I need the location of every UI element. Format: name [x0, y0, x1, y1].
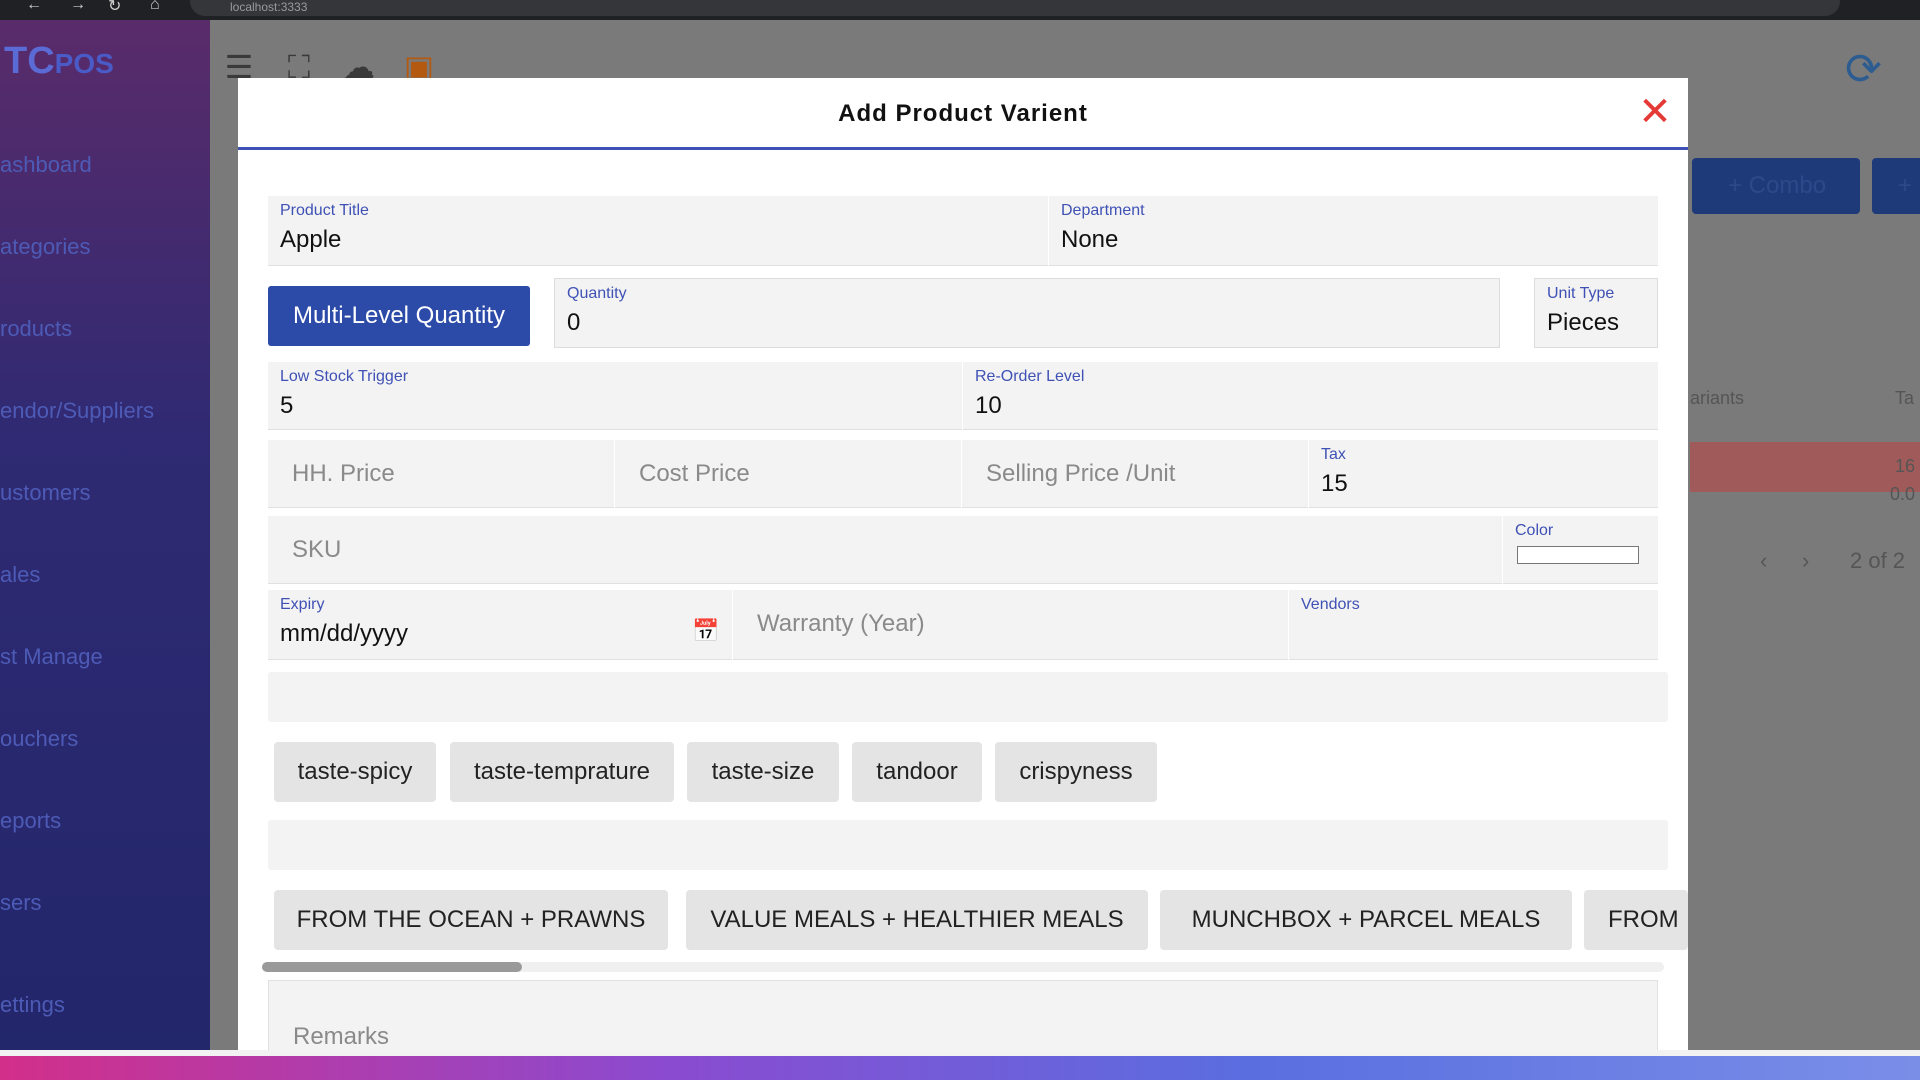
quantity-value: 0	[567, 309, 581, 336]
refresh-icon[interactable]: ⟳	[1845, 44, 1882, 95]
pager-next-icon[interactable]: ›	[1802, 548, 1809, 574]
os-taskbar	[0, 1056, 1920, 1080]
table-cell-value: 16	[1895, 456, 1916, 476]
low-stock-label: Low Stock Trigger	[280, 368, 409, 385]
tag-chip[interactable]: taste-temprature	[450, 742, 674, 802]
tag-chip[interactable]: tandoor	[852, 742, 982, 802]
chips-scrollbar-thumb[interactable]	[262, 962, 522, 972]
quantity-label: Quantity	[567, 285, 627, 302]
address-bar[interactable]: localhost:3333	[190, 0, 1840, 16]
sidebar-item-vouchers[interactable]: ouchers	[0, 726, 210, 756]
quantity-field[interactable]: Quantity 0	[554, 278, 1500, 348]
expiry-label: Expiry	[280, 596, 325, 613]
category-search-bar[interactable]	[268, 820, 1668, 870]
color-label: Color	[1515, 522, 1554, 539]
remarks-placeholder: Remarks	[293, 1023, 390, 1050]
product-title-label: Product Title	[280, 202, 369, 219]
sidebar-item-vendors[interactable]: endor/Suppliers	[0, 398, 210, 428]
sidebar-item-categories[interactable]: ategories	[0, 234, 210, 264]
product-title-field[interactable]: Product Title Apple	[268, 196, 1048, 266]
unit-type-label: Unit Type	[1547, 285, 1615, 302]
modal-title: Add Product Varient	[838, 100, 1088, 127]
expiry-value: mm/dd/yyyy	[280, 620, 409, 647]
calendar-icon[interactable]: 📅	[692, 618, 719, 644]
tax-value: 15	[1321, 470, 1348, 497]
cost-price-input[interactable]: Cost Price	[615, 440, 961, 508]
table-row-highlighted[interactable]	[1690, 442, 1920, 492]
forward-icon[interactable]: →	[70, 0, 86, 14]
modal-header: Add Product Varient ✕	[238, 78, 1688, 150]
low-stock-value: 5	[280, 392, 294, 419]
tag-search-bar[interactable]	[268, 672, 1668, 722]
low-stock-trigger-field[interactable]: Low Stock Trigger 5	[268, 362, 962, 430]
color-field: Color	[1503, 516, 1658, 584]
add-button[interactable]: +	[1872, 158, 1920, 214]
browser-toolbar: ← → ↻ ⌂ localhost:3333	[0, 0, 1920, 20]
sidebar-item-customers[interactable]: ustomers	[0, 480, 210, 510]
multi-level-quantity-button[interactable]: Multi-Level Quantity	[268, 286, 530, 346]
category-chip[interactable]: MUNCHBOX + PARCEL MEALS	[1160, 890, 1572, 950]
table-cell-value: 0.0	[1890, 484, 1916, 504]
vendors-label: Vendors	[1301, 596, 1360, 613]
reorder-value: 10	[975, 392, 1002, 419]
remarks-textarea[interactable]: Remarks	[268, 980, 1658, 1060]
category-chip[interactable]: FROM	[1584, 890, 1688, 950]
sidebar-item-sales[interactable]: ales	[0, 562, 210, 592]
combo-button[interactable]: + Combo	[1692, 158, 1860, 214]
warranty-placeholder: Warranty (Year)	[757, 610, 925, 637]
pager-text: 2 of 2	[1850, 548, 1906, 573]
tax-field[interactable]: Tax 15	[1309, 440, 1658, 508]
back-icon[interactable]: ←	[26, 0, 42, 14]
department-value: None	[1061, 226, 1119, 253]
sidebar-item-reports[interactable]: eports	[0, 808, 210, 838]
app-logo: TCPOS	[0, 40, 200, 100]
product-title-value: Apple	[280, 226, 342, 253]
cost-price-placeholder: Cost Price	[639, 460, 750, 487]
sidebar-item-settings[interactable]: ettings	[0, 992, 210, 1022]
selling-price-input[interactable]: Selling Price /Unit	[962, 440, 1308, 508]
vendors-select[interactable]: Vendors	[1289, 590, 1658, 660]
reorder-label: Re-Order Level	[975, 368, 1085, 385]
warranty-input[interactable]: Warranty (Year)	[733, 590, 1288, 660]
close-icon[interactable]: ✕	[1638, 92, 1672, 132]
selling-price-placeholder: Selling Price /Unit	[986, 460, 1176, 487]
add-product-variant-modal: Add Product Varient ✕ Product Title Appl…	[238, 78, 1688, 1060]
category-chip[interactable]: VALUE MEALS + HEALTHIER MEALS	[686, 890, 1148, 950]
tag-chip[interactable]: crispyness	[995, 742, 1157, 802]
address-text: localhost:3333	[230, 0, 308, 14]
sidebar: TCPOS ashboard ategories roducts endor/S…	[0, 20, 210, 1060]
sku-placeholder: SKU	[292, 536, 342, 563]
tax-column-header: Ta	[1895, 388, 1915, 408]
expiry-date-input[interactable]: Expiry mm/dd/yyyy 📅	[268, 590, 732, 660]
sidebar-item-products[interactable]: roducts	[0, 316, 210, 346]
category-chip[interactable]: FROM THE OCEAN + PRAWNS	[274, 890, 668, 950]
reload-icon[interactable]: ↻	[108, 0, 121, 16]
tag-chip[interactable]: taste-size	[687, 742, 839, 802]
reorder-level-field[interactable]: Re-Order Level 10	[963, 362, 1658, 430]
tag-chip[interactable]: taste-spicy	[274, 742, 436, 802]
sidebar-item-dashboard[interactable]: ashboard	[0, 152, 210, 182]
tax-label: Tax	[1321, 446, 1346, 463]
variants-column-header: ariants	[1690, 388, 1745, 408]
sku-input[interactable]: SKU	[268, 516, 1502, 584]
unit-type-select[interactable]: Unit Type Pieces	[1534, 278, 1658, 348]
home-icon[interactable]: ⌂	[150, 0, 160, 14]
logo-main: TC	[4, 40, 55, 82]
pager-prev-icon[interactable]: ‹	[1760, 548, 1767, 574]
department-label: Department	[1061, 202, 1145, 219]
hh-price-placeholder: HH. Price	[292, 460, 395, 487]
hh-price-input[interactable]: HH. Price	[268, 440, 614, 508]
department-field[interactable]: Department None	[1049, 196, 1658, 266]
sidebar-item-list-manage[interactable]: st Manage	[0, 644, 210, 674]
sidebar-item-users[interactable]: sers	[0, 890, 210, 920]
color-picker-swatch[interactable]	[1517, 546, 1639, 564]
unit-type-value: Pieces	[1547, 309, 1620, 336]
logo-sub: POS	[54, 48, 114, 79]
